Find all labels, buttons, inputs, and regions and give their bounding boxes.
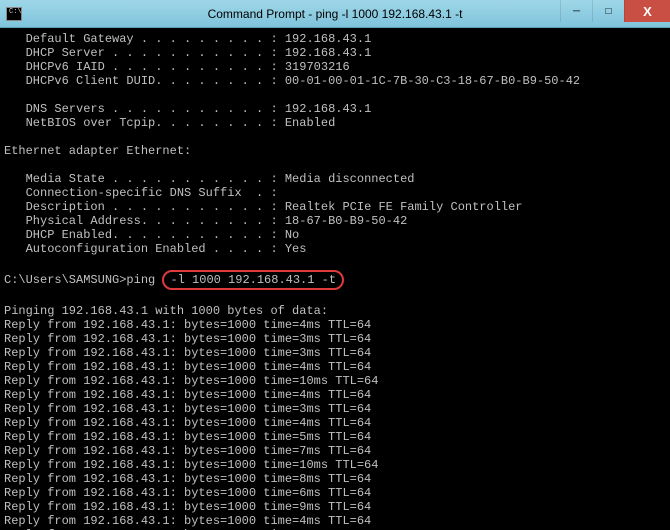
ping-reply: Reply from 192.168.43.1: bytes=1000 time… [4, 402, 371, 416]
ping-reply: Reply from 192.168.43.1: bytes=1000 time… [4, 472, 371, 486]
dhcp-server-line: DHCP Server . . . . . . . . . . . : 192.… [4, 46, 371, 60]
ping-reply: Reply from 192.168.43.1: bytes=1000 time… [4, 486, 371, 500]
ping-reply: Reply from 192.168.43.1: bytes=1000 time… [4, 444, 371, 458]
close-button[interactable]: X [624, 0, 670, 22]
dhcpv6-duid-line: DHCPv6 Client DUID. . . . . . . . : 00-0… [4, 74, 580, 88]
titlebar: C:\ Command Prompt - ping -l 1000 192.16… [0, 0, 670, 28]
ping-reply: Reply from 192.168.43.1: bytes=1000 time… [4, 430, 371, 444]
ping-reply: Reply from 192.168.43.1: bytes=1000 time… [4, 360, 371, 374]
ping-reply: Reply from 192.168.43.1: bytes=1000 time… [4, 458, 378, 472]
minimize-button[interactable]: ─ [560, 0, 592, 22]
window-buttons: ─ □ X [560, 0, 670, 22]
netbios-line: NetBIOS over Tcpip. . . . . . . . : Enab… [4, 116, 335, 130]
dhcp-enabled-line: DHCP Enabled. . . . . . . . . . . : No [4, 228, 299, 242]
autoconfig-line: Autoconfiguration Enabled . . . . : Yes [4, 242, 306, 256]
ping-reply: Reply from 192.168.43.1: bytes=1000 time… [4, 332, 371, 346]
prompt-path: C:\Users\SAMSUNG> [4, 273, 126, 287]
cmd-prefix: ping [126, 273, 162, 287]
maximize-button[interactable]: □ [592, 0, 624, 22]
description-line: Description . . . . . . . . . . . : Real… [4, 200, 523, 214]
command-prompt-line: C:\Users\SAMSUNG>ping -l 1000 192.168.43… [4, 273, 344, 287]
media-state-line: Media State . . . . . . . . . . . : Medi… [4, 172, 414, 186]
ping-reply: Reply from 192.168.43.1: bytes=1000 time… [4, 346, 371, 360]
dns-suffix-line: Connection-specific DNS Suffix . : [4, 186, 278, 200]
ping-reply: Reply from 192.168.43.1: bytes=1000 time… [4, 388, 371, 402]
adapter-header: Ethernet adapter Ethernet: [4, 144, 191, 158]
dns-servers-line: DNS Servers . . . . . . . . . . . : 192.… [4, 102, 371, 116]
terminal-output[interactable]: Default Gateway . . . . . . . . . : 192.… [0, 28, 670, 530]
ping-reply: Reply from 192.168.43.1: bytes=1000 time… [4, 514, 371, 528]
dhcpv6-iaid-line: DHCPv6 IAID . . . . . . . . . . . : 3197… [4, 60, 350, 74]
default-gateway-line: Default Gateway . . . . . . . . . : 192.… [4, 32, 371, 46]
ping-command-highlight: -l 1000 192.168.43.1 -t [162, 270, 344, 290]
physical-address-line: Physical Address. . . . . . . . . : 18-6… [4, 214, 407, 228]
ping-reply: Reply from 192.168.43.1: bytes=1000 time… [4, 500, 371, 514]
ping-header: Pinging 192.168.43.1 with 1000 bytes of … [4, 304, 328, 318]
ping-reply: Reply from 192.168.43.1: bytes=1000 time… [4, 416, 371, 430]
ping-reply: Reply from 192.168.43.1: bytes=1000 time… [4, 374, 378, 388]
ping-reply: Reply from 192.168.43.1: bytes=1000 time… [4, 318, 371, 332]
